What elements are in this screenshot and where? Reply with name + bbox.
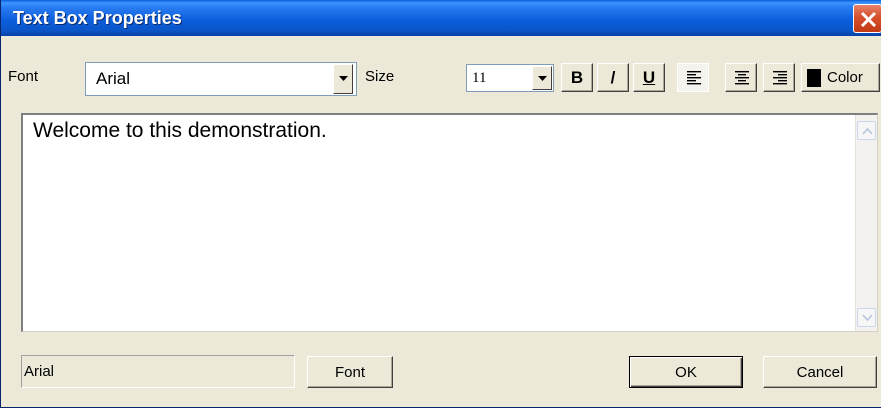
ok-button-label: OK [675,364,697,381]
scroll-down-button[interactable] [857,308,876,327]
color-button[interactable]: Color [801,63,880,92]
underline-button[interactable]: U [633,63,665,92]
scroll-up-arrow-icon [862,127,873,135]
italic-button[interactable]: / [597,63,629,92]
text-editor[interactable]: Welcome to this demonstration. [21,113,878,332]
align-right-icon [773,71,787,85]
font-button[interactable]: Font [307,356,393,388]
font-label: Font [8,68,39,85]
dropdown-arrow-icon [339,76,348,81]
font-select-value: Arial [96,69,131,88]
scroll-down-arrow-icon [862,314,873,322]
italic-label: / [610,68,616,87]
size-label: Size [365,68,395,85]
align-left-icon [687,71,701,85]
color-label: Color [827,69,863,86]
align-right-button[interactable] [763,63,795,92]
close-button[interactable] [853,4,881,33]
font-display-field: Arial [21,355,295,388]
ok-button[interactable]: OK [629,356,743,388]
font-display-value: Arial [24,363,55,380]
editor-text: Welcome to this demonstration. [33,119,327,142]
bold-button[interactable]: B [561,63,593,92]
align-center-icon [735,71,749,85]
close-icon [860,11,877,28]
vertical-scrollbar[interactable] [855,115,877,331]
size-select[interactable]: 11 [466,64,554,92]
dropdown-arrow-icon [538,76,547,81]
font-dropdown-button[interactable] [333,64,353,94]
align-center-button[interactable] [725,63,757,92]
align-left-button[interactable] [677,63,709,92]
bold-label: B [570,68,584,87]
title-bar[interactable]: Text Box Properties [1,0,881,36]
scroll-up-button[interactable] [857,121,876,140]
size-select-value: 11 [472,70,487,86]
size-dropdown-button[interactable] [532,66,552,90]
window-title: Text Box Properties [13,8,182,28]
cancel-button[interactable]: Cancel [763,356,877,388]
cancel-button-label: Cancel [796,364,844,381]
color-swatch [807,69,821,87]
dialog-window: Text Box Properties Font Arial Size 11 B… [0,0,881,408]
font-button-label: Font [334,364,365,381]
font-select[interactable]: Arial [85,62,357,96]
underline-label: U [642,68,656,87]
